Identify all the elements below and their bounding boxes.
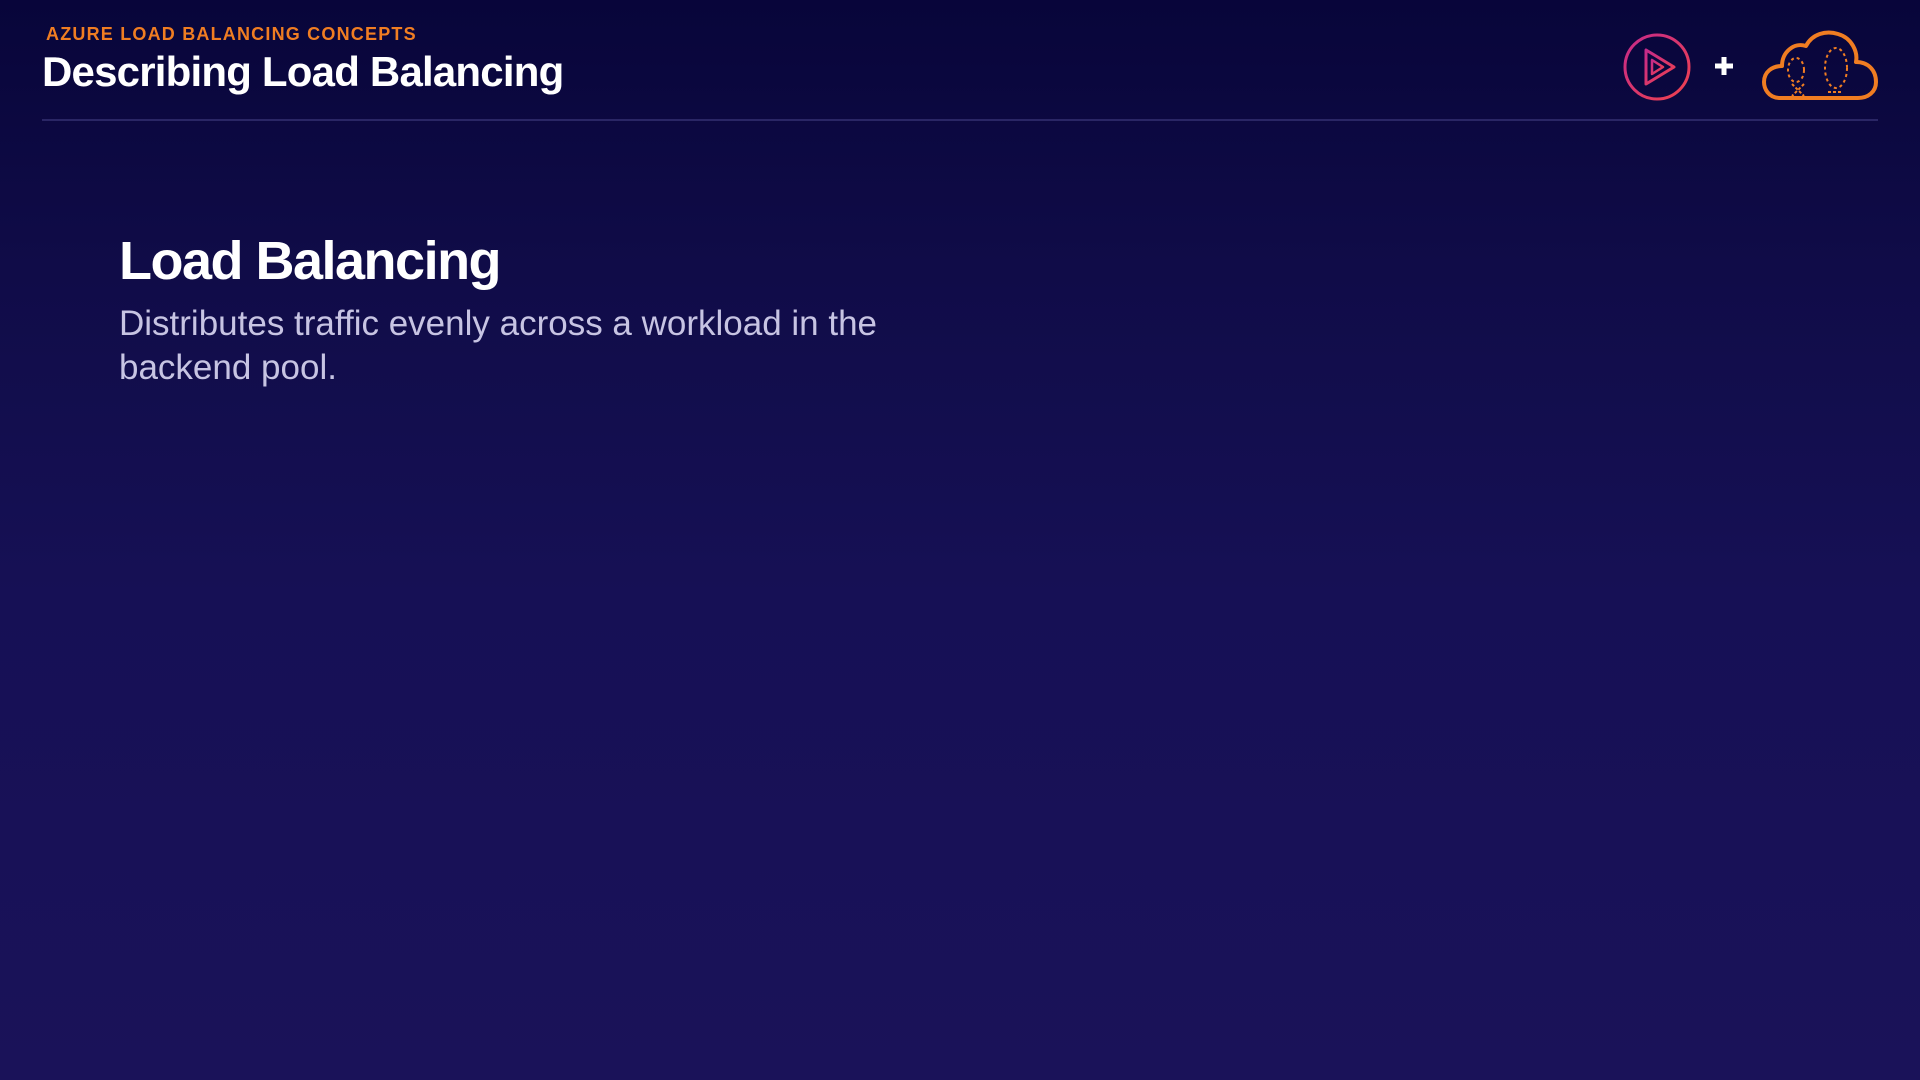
page-title: Describing Load Balancing (42, 48, 564, 95)
content-block: Load Balancing Distributes traffic evenl… (119, 228, 879, 390)
content-heading: Load Balancing (119, 231, 502, 291)
plus-icon (1715, 57, 1733, 75)
content-description: Distributes traffic evenly across a work… (119, 304, 878, 387)
header-divider (42, 119, 1878, 121)
cloud-logo-icon (1762, 30, 1878, 100)
section-eyebrow: AZURE LOAD BALANCING CONCEPTS (46, 24, 417, 44)
logo-group (1620, 28, 1880, 104)
play-circle-logo-icon (1623, 33, 1691, 101)
